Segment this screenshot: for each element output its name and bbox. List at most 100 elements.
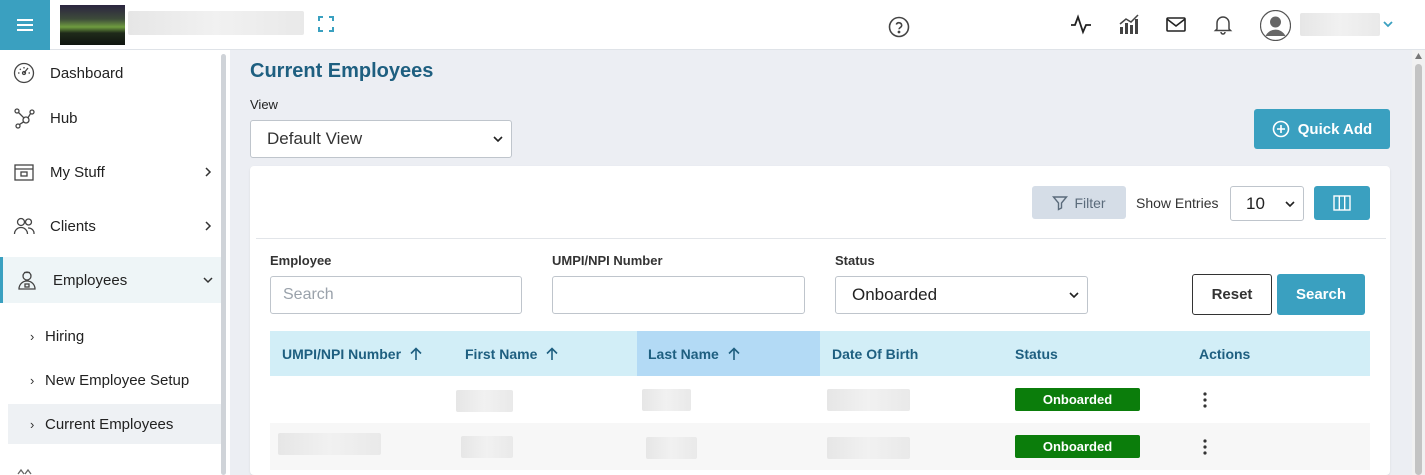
caret-right-icon: ›: [30, 328, 35, 344]
column-header-label: UMPI/NPI Number: [282, 345, 402, 362]
npi-number-input[interactable]: [552, 276, 805, 314]
last-name-redacted: [646, 437, 697, 459]
sidebar-subitem-new-employee-setup[interactable]: › New Employee Setup: [8, 360, 221, 400]
sidebar-item-clients[interactable]: Clients: [0, 203, 221, 249]
column-header-last-name[interactable]: Last Name: [637, 331, 820, 376]
column-header-label: Date Of Birth: [832, 345, 919, 362]
dashboard-icon: [13, 62, 35, 84]
filter-icon: [1052, 195, 1069, 211]
fullscreen-icon[interactable]: [317, 15, 335, 33]
more-options-icon[interactable]: [1198, 437, 1212, 457]
clients-icon: [13, 217, 35, 235]
my-stuff-icon: [14, 164, 34, 181]
page-scrollbar-track[interactable]: [1412, 50, 1425, 475]
last-name-redacted: [642, 389, 691, 411]
view-label: View: [250, 97, 278, 112]
hamburger-menu-button[interactable]: [0, 0, 50, 50]
sort-arrow-up-icon[interactable]: [409, 346, 423, 361]
user-avatar-icon[interactable]: [1260, 10, 1291, 41]
chevron-down-icon: [1069, 292, 1079, 299]
first-name-redacted: [461, 436, 513, 458]
columns-icon: [1333, 195, 1351, 211]
sidebar-item-label: Clients: [50, 217, 96, 235]
column-header-actions: Actions: [1199, 331, 1250, 376]
column-header-date-of-birth[interactable]: Date Of Birth: [832, 331, 918, 376]
column-header-npi-number[interactable]: UMPI/NPI Number: [282, 331, 423, 376]
sidebar-subitem-hiring[interactable]: › Hiring: [8, 316, 221, 356]
entries-select[interactable]: 10: [1230, 186, 1304, 221]
chevron-down-icon[interactable]: [1382, 19, 1394, 29]
sidebar-item-hub[interactable]: Hub: [0, 95, 221, 141]
caret-right-icon: ›: [30, 416, 35, 432]
status-select-value: Onboarded: [852, 285, 938, 304]
table-row[interactable]: Onboarded: [270, 423, 1370, 470]
sidebar-item-employees[interactable]: Employees: [0, 257, 221, 303]
sidebar-item-label: Dashboard: [50, 64, 124, 82]
sort-arrow-up-icon[interactable]: [727, 346, 741, 361]
date-of-birth-redacted: [827, 437, 910, 459]
search-button[interactable]: Search: [1277, 274, 1365, 315]
table-header: UMPI/NPI Number First Name Last Name Dat…: [270, 331, 1370, 376]
employee-search-input[interactable]: [270, 276, 522, 314]
chevron-right-icon: [205, 221, 212, 231]
quick-add-button[interactable]: Quick Add: [1254, 109, 1390, 149]
columns-toggle-button[interactable]: [1314, 186, 1370, 220]
show-entries-label: Show Entries: [1136, 195, 1219, 211]
hamburger-icon: [17, 19, 33, 31]
page-title: Current Employees: [250, 60, 434, 82]
chevron-right-icon: [205, 167, 212, 177]
column-header-status[interactable]: Status: [1015, 331, 1058, 376]
notification-bell-icon[interactable]: [1212, 13, 1234, 35]
status-badge: Onboarded: [1015, 388, 1140, 411]
sidebar: Dashboard Hub My Stuff Clients Employees…: [0, 50, 230, 475]
activity-icon[interactable]: [1070, 13, 1092, 35]
npi-number-redacted: [278, 433, 381, 455]
sidebar-subitem-label: New Employee Setup: [45, 371, 190, 389]
analytics-chart-icon[interactable]: [1118, 13, 1140, 35]
plus-circle-icon: [1272, 120, 1290, 138]
reset-button[interactable]: Reset: [1192, 274, 1272, 315]
chevron-down-icon: [493, 136, 503, 143]
hub-icon: [14, 108, 35, 129]
sidebar-subitem-label: Current Employees: [45, 415, 174, 433]
card-divider: [256, 238, 1386, 239]
view-select-value: Default View: [267, 129, 363, 148]
organization-logo: [60, 5, 125, 45]
organization-name-redacted: [128, 11, 304, 35]
employee-filter-label: Employee: [270, 253, 332, 268]
help-icon[interactable]: [888, 16, 910, 38]
sidebar-subitem-current-employees[interactable]: › Current Employees: [8, 404, 221, 444]
filter-button[interactable]: Filter: [1032, 186, 1126, 219]
sidebar-scrollbar[interactable]: [221, 54, 226, 475]
status-badge: Onboarded: [1015, 435, 1140, 458]
table-row[interactable]: Onboarded: [270, 376, 1370, 423]
status-select[interactable]: Onboarded: [835, 276, 1088, 314]
chevron-down-icon: [203, 277, 213, 284]
column-header-label: Actions: [1199, 345, 1251, 362]
chevron-down-icon: [1285, 201, 1295, 208]
npi-filter-label: UMPI/NPI Number: [552, 253, 663, 268]
first-name-redacted: [456, 390, 513, 412]
employees-icon: [18, 271, 36, 290]
sidebar-item-label: My Stuff: [50, 163, 105, 181]
status-filter-label: Status: [835, 253, 875, 268]
page-scrollbar-thumb[interactable]: [1415, 64, 1422, 475]
sort-arrow-up-icon[interactable]: [545, 346, 559, 361]
filter-label: Filter: [1074, 194, 1106, 211]
view-select[interactable]: Default View: [250, 120, 512, 158]
column-header-first-name[interactable]: First Name: [465, 331, 559, 376]
user-name-redacted[interactable]: [1300, 13, 1380, 36]
column-header-label: First Name: [465, 345, 538, 362]
mail-icon[interactable]: [1165, 13, 1187, 35]
sidebar-subitem-label: Hiring: [45, 327, 85, 345]
more-options-icon[interactable]: [1198, 390, 1212, 410]
sidebar-item-my-stuff[interactable]: My Stuff: [0, 149, 221, 195]
partial-icon: [17, 468, 32, 475]
caret-right-icon: ›: [30, 372, 35, 388]
entries-select-value: 10: [1246, 193, 1265, 213]
column-header-label: Last Name: [648, 345, 719, 362]
sidebar-item-dashboard[interactable]: Dashboard: [0, 50, 221, 96]
column-header-label: Status: [1015, 345, 1058, 362]
scroll-up-arrow-icon[interactable]: [1415, 53, 1422, 59]
quick-add-label: Quick Add: [1297, 120, 1373, 138]
